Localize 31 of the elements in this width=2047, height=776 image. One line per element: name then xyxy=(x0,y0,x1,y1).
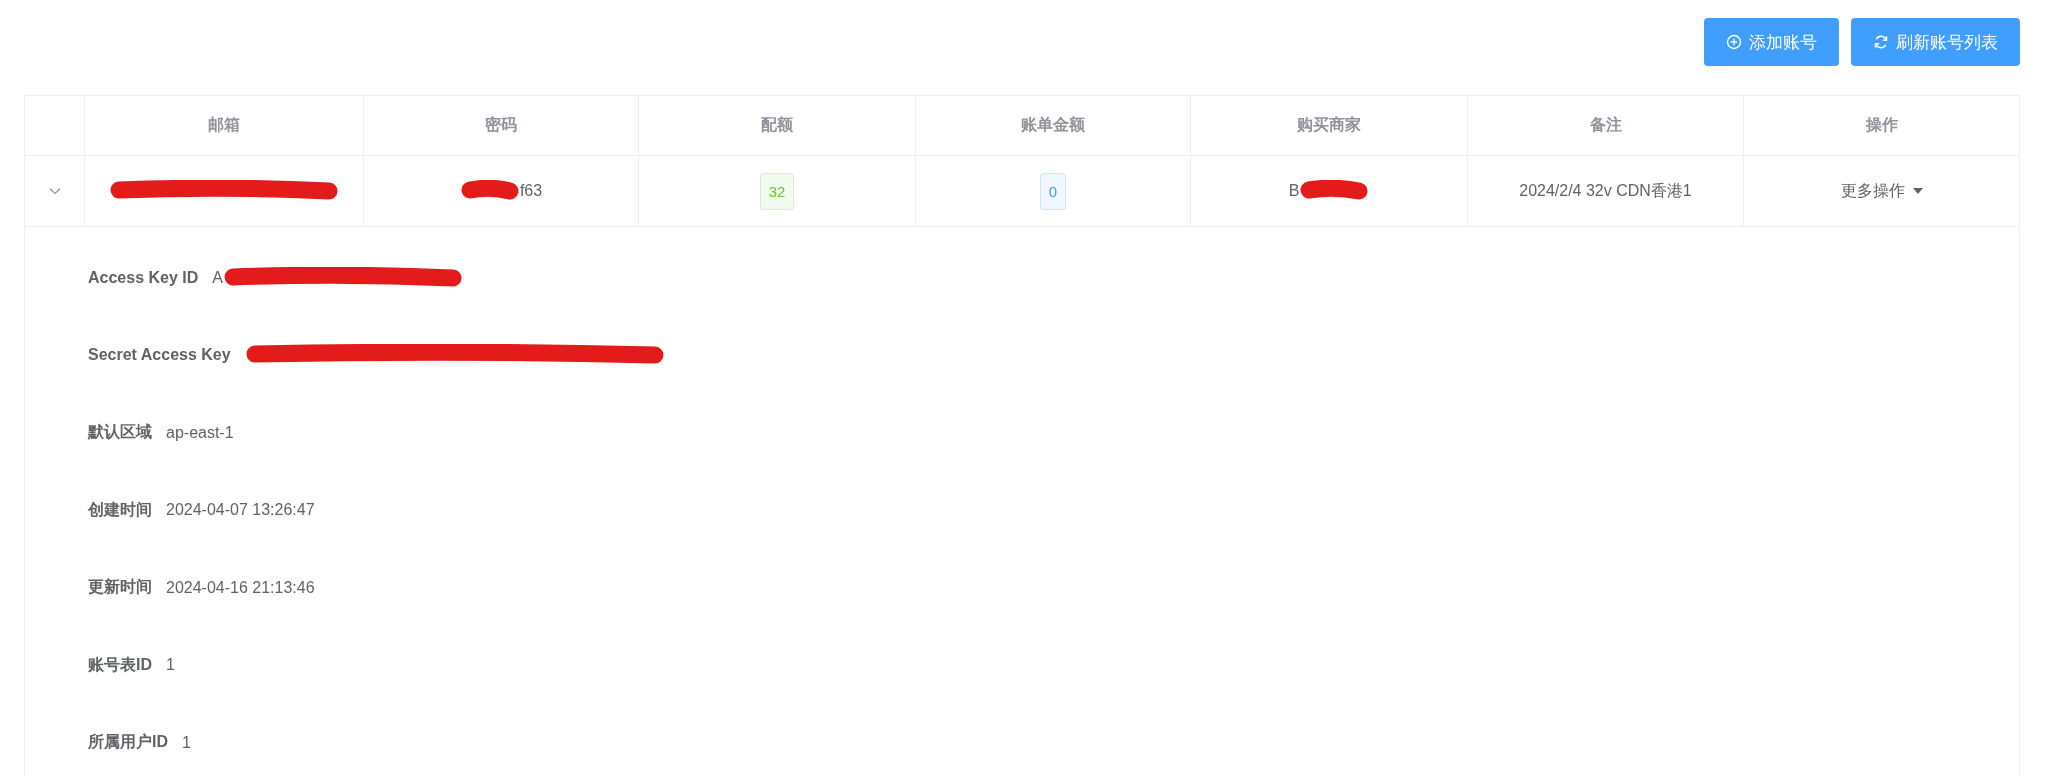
detail-label: Access Key ID xyxy=(88,268,199,287)
column-header: 邮箱 xyxy=(208,115,240,135)
detail-label: 更新时间 xyxy=(88,577,152,598)
column-header: 配额 xyxy=(761,115,793,135)
detail-value: 2024-04-16 21:13:46 xyxy=(166,578,315,597)
detail-value: 1 xyxy=(182,733,191,752)
detail-label: 账号表ID xyxy=(88,654,152,675)
count-tag: 32 xyxy=(759,172,795,210)
count-tag: 0 xyxy=(1039,172,1067,210)
more-actions-dropdown[interactable]: 更多操作 xyxy=(1838,178,1925,204)
detail-value: 2024-04-07 13:26:47 xyxy=(166,501,315,520)
detail-value: A xyxy=(212,268,223,287)
table-cell: f63 xyxy=(519,182,543,200)
refresh-list-button[interactable]: 刷新账号列表 xyxy=(1851,18,2020,66)
add-account-button[interactable]: 添加账号 xyxy=(1704,18,1839,66)
column-header: 购买商家 xyxy=(1297,115,1361,135)
table-cell-text: 2024/2/4 32v CDN香港1 xyxy=(1519,180,1692,201)
caret-down-icon xyxy=(1912,188,1923,194)
column-header: 账单金额 xyxy=(1021,115,1085,135)
detail-value: 1 xyxy=(166,656,175,675)
plus-circle-icon xyxy=(1726,34,1742,50)
refresh-icon xyxy=(1873,34,1889,50)
detail-label: 默认区域 xyxy=(88,422,152,443)
column-header: 操作 xyxy=(1865,115,1898,135)
detail-label: 创建时间 xyxy=(88,499,152,520)
column-header: 备注 xyxy=(1589,115,1622,135)
detail-label: 所属用户ID xyxy=(88,732,168,753)
column-header: 密码 xyxy=(485,115,517,135)
table-cell: B xyxy=(1288,182,1300,200)
detail-value: ap-east-1 xyxy=(166,423,234,442)
detail-label: Secret Access Key xyxy=(88,346,231,365)
